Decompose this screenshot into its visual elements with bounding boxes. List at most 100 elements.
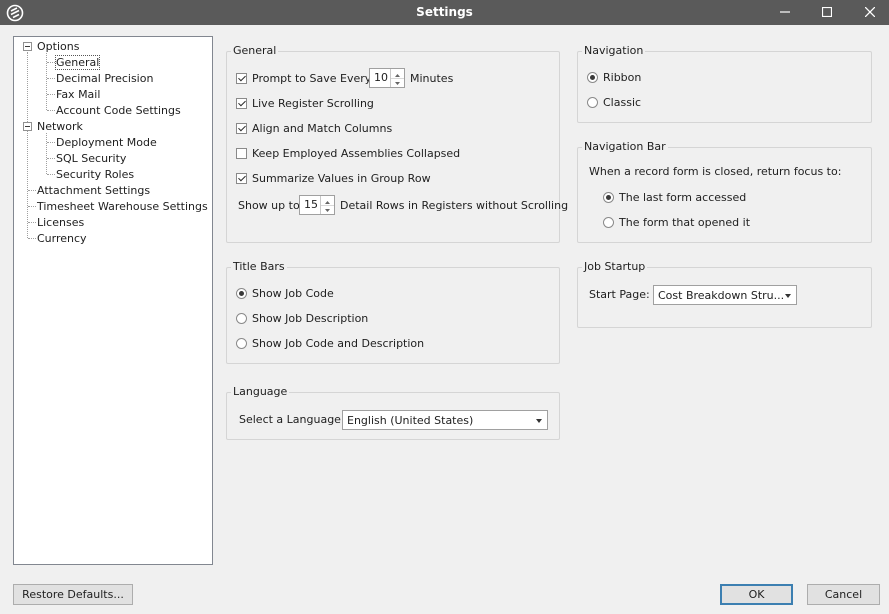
tree-line bbox=[47, 110, 55, 111]
start-page-value: Cost Breakdown Stru... bbox=[658, 289, 785, 302]
align-columns-label: Align and Match Columns bbox=[252, 122, 393, 135]
general-group-title: General bbox=[231, 44, 279, 57]
job-startup-group-title: Job Startup bbox=[582, 260, 648, 273]
tree-item-label: General bbox=[54, 55, 101, 70]
tree-item-network[interactable]: Network bbox=[37, 119, 83, 134]
detail-rows-spinner[interactable]: 15 bbox=[299, 195, 335, 215]
tree-item-label: Deployment Mode bbox=[56, 136, 157, 149]
dropdown-arrow-icon bbox=[536, 419, 542, 423]
summarize-label: Summarize Values in Group Row bbox=[252, 172, 431, 185]
title-bars-group-title: Title Bars bbox=[231, 260, 287, 273]
close-icon bbox=[865, 7, 875, 17]
prompt-save-checkbox[interactable] bbox=[236, 73, 247, 84]
job-code-row: Show Job Code bbox=[236, 287, 334, 301]
tree-item-label: SQL Security bbox=[56, 152, 127, 165]
collapse-options-icon[interactable] bbox=[23, 42, 32, 51]
spinner-value: 15 bbox=[304, 198, 318, 211]
tree-item-attachment-settings[interactable]: Attachment Settings bbox=[37, 183, 150, 198]
window-title: Settings bbox=[416, 5, 473, 19]
tree-item-security-roles[interactable]: Security Roles bbox=[56, 167, 134, 182]
job-description-radio[interactable] bbox=[236, 313, 247, 324]
minimize-button[interactable] bbox=[771, 3, 799, 22]
navigation-group bbox=[577, 51, 872, 123]
last-form-radio[interactable] bbox=[603, 192, 614, 203]
job-code-and-description-radio[interactable] bbox=[236, 338, 247, 349]
title-bar: Settings bbox=[0, 0, 889, 25]
tree-line bbox=[47, 78, 55, 79]
tree-item-account-code-settings[interactable]: Account Code Settings bbox=[56, 103, 181, 118]
tree-item-decimal-precision[interactable]: Decimal Precision bbox=[56, 71, 153, 86]
live-register-label: Live Register Scrolling bbox=[252, 97, 374, 110]
tree-item-label: Timesheet Warehouse Settings bbox=[37, 200, 208, 213]
start-page-dropdown[interactable]: Cost Breakdown Stru... bbox=[653, 285, 797, 305]
job-code-radio[interactable] bbox=[236, 288, 247, 299]
align-columns-checkbox[interactable] bbox=[236, 123, 247, 134]
tree-item-label: Currency bbox=[37, 232, 87, 245]
spin-down-icon[interactable] bbox=[391, 78, 404, 87]
tree-item-timesheet-warehouse-settings[interactable]: Timesheet Warehouse Settings bbox=[37, 199, 208, 214]
navigation-bar-group-title: Navigation Bar bbox=[582, 140, 668, 153]
prompt-save-label: Prompt to Save Every bbox=[252, 72, 372, 85]
navigation-bar-prompt: When a record form is closed, return foc… bbox=[589, 165, 842, 178]
live-register-checkbox[interactable] bbox=[236, 98, 247, 109]
tree-item-currency[interactable]: Currency bbox=[37, 231, 87, 246]
classic-label: Classic bbox=[603, 96, 642, 109]
spin-down-icon[interactable] bbox=[321, 205, 334, 214]
tree-line bbox=[28, 206, 36, 207]
job-code-label: Show Job Code bbox=[252, 287, 334, 300]
tree-item-options[interactable]: Options bbox=[37, 39, 79, 54]
prompt-save-row: Prompt to Save Every bbox=[236, 72, 371, 86]
tree-item-label: Network bbox=[37, 120, 83, 133]
tree-item-deployment-mode[interactable]: Deployment Mode bbox=[56, 135, 157, 150]
job-description-row: Show Job Description bbox=[236, 312, 368, 326]
select-language-label: Select a Language: bbox=[239, 413, 345, 426]
dropdown-arrow-icon bbox=[785, 294, 791, 298]
close-button[interactable] bbox=[856, 3, 884, 22]
maximize-button[interactable] bbox=[813, 3, 841, 22]
tree-item-licenses[interactable]: Licenses bbox=[37, 215, 84, 230]
detail-rows-label: Detail Rows in Registers without Scrolli… bbox=[340, 199, 569, 212]
tree-item-label: Decimal Precision bbox=[56, 72, 154, 85]
keep-collapsed-label: Keep Employed Assemblies Collapsed bbox=[252, 147, 461, 160]
spinner-buttons bbox=[390, 69, 404, 87]
keep-collapsed-row: Keep Employed Assemblies Collapsed bbox=[236, 147, 460, 161]
tree-item-sql-security[interactable]: SQL Security bbox=[56, 151, 126, 166]
classic-radio[interactable] bbox=[587, 97, 598, 108]
tree-item-label: Account Code Settings bbox=[56, 104, 181, 117]
language-value: English (United States) bbox=[347, 414, 474, 427]
spinner-buttons bbox=[320, 196, 334, 214]
prompt-save-minutes-spinner[interactable]: 10 bbox=[369, 68, 405, 88]
tree-item-label: Security Roles bbox=[56, 168, 135, 181]
tree-item-label: Attachment Settings bbox=[37, 184, 151, 197]
tree-item-fax-mail[interactable]: Fax Mail bbox=[56, 87, 100, 102]
tree-line bbox=[28, 238, 36, 239]
language-group-title: Language bbox=[231, 385, 290, 398]
job-code-and-description-label: Show Job Code and Description bbox=[252, 337, 425, 350]
keep-collapsed-checkbox[interactable] bbox=[236, 148, 247, 159]
opened-form-radio[interactable] bbox=[603, 217, 614, 228]
job-description-label: Show Job Description bbox=[252, 312, 369, 325]
tree-line bbox=[27, 52, 28, 238]
tree-line bbox=[28, 222, 36, 223]
restore-defaults-button[interactable]: Restore Defaults... bbox=[13, 584, 133, 605]
language-dropdown[interactable]: English (United States) bbox=[342, 410, 548, 430]
summarize-row: Summarize Values in Group Row bbox=[236, 172, 431, 186]
align-columns-row: Align and Match Columns bbox=[236, 122, 392, 136]
ribbon-radio[interactable] bbox=[587, 72, 598, 83]
tree-item-general[interactable]: General bbox=[54, 55, 101, 70]
spinner-value: 10 bbox=[374, 71, 388, 84]
opened-form-row: The form that opened it bbox=[603, 216, 750, 230]
tree-item-label: Fax Mail bbox=[56, 88, 101, 101]
classic-row: Classic bbox=[587, 96, 641, 110]
tree-line bbox=[47, 174, 55, 175]
minimize-icon bbox=[780, 11, 790, 13]
summarize-checkbox[interactable] bbox=[236, 173, 247, 184]
start-page-label: Start Page: bbox=[589, 288, 650, 301]
ribbon-label: Ribbon bbox=[603, 71, 642, 84]
ok-button[interactable]: OK bbox=[720, 584, 793, 605]
opened-form-label: The form that opened it bbox=[619, 216, 751, 229]
cancel-button[interactable]: Cancel bbox=[807, 584, 880, 605]
collapse-network-icon[interactable] bbox=[23, 122, 32, 131]
tree-line bbox=[47, 62, 55, 63]
settings-tree[interactable]: Options General Decimal Precision Fax Ma… bbox=[13, 36, 213, 565]
